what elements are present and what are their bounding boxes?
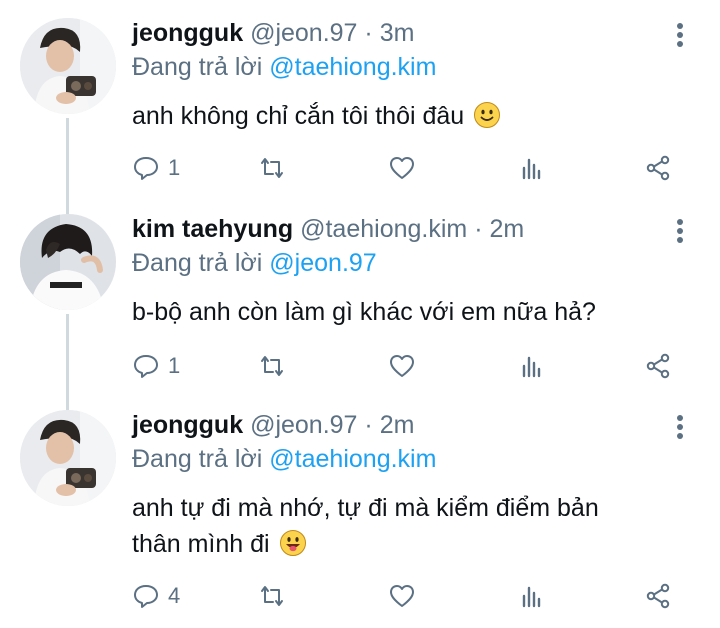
separator-dot: ·: [364, 19, 373, 47]
reply-mention[interactable]: @taehiong.kim: [269, 445, 436, 473]
tweet-text-line-wrap: thân mình đi: [132, 526, 692, 562]
share-button[interactable]: [644, 150, 672, 186]
share-icon: [646, 155, 670, 181]
slightly-smiling-face-icon: [474, 102, 501, 128]
timestamp[interactable]: 2m: [380, 411, 415, 439]
tweet[interactable]: jeongguk @jeon.97 · 3m Đang trả lời @tae…: [0, 0, 720, 200]
tweet-header: jeongguk @jeon.97 · 2m: [132, 410, 414, 440]
tweet-header: jeongguk @jeon.97 · 3m: [132, 18, 414, 48]
retweet-button[interactable]: [258, 348, 286, 384]
separator-dot: ·: [474, 215, 483, 243]
reply-button[interactable]: 1: [132, 150, 180, 186]
tweet-text: anh không chỉ cắn tôi thôi đâu: [132, 98, 692, 134]
avatar-jeongguk-image: [20, 18, 116, 114]
tweet-header: kim taehyung @taehiong.kim · 2m: [132, 214, 524, 244]
reply-icon: [134, 585, 158, 608]
user-handle[interactable]: @jeon.97: [250, 19, 357, 47]
reply-mention[interactable]: @jeon.97: [269, 249, 376, 277]
tweet-text: b-bộ anh còn làm gì khác với em nữa hả?: [132, 294, 692, 330]
analytics-button[interactable]: [518, 150, 546, 186]
timestamp[interactable]: 2m: [489, 215, 524, 243]
reply-count: 1: [168, 155, 181, 180]
tweet-text-line: thân mình đi: [132, 530, 270, 558]
avatar-taehyung-image: [20, 214, 116, 310]
like-button[interactable]: [388, 150, 416, 186]
retweet-icon: [261, 356, 283, 376]
tweet-text-content: b-bộ anh còn làm gì khác với em nữa hả?: [132, 298, 596, 326]
tweet-text-content: anh không chỉ cắn tôi thôi đâu: [132, 102, 465, 130]
reply-icon: [134, 157, 158, 180]
avatar[interactable]: [20, 410, 116, 506]
display-name[interactable]: jeongguk: [132, 19, 243, 47]
separator-dot: ·: [364, 411, 373, 439]
analytics-icon: [522, 158, 541, 180]
replying-to: Đang trả lời @taehiong.kim: [132, 444, 436, 474]
analytics-button[interactable]: [518, 348, 546, 384]
avatar[interactable]: [20, 214, 116, 310]
heart-icon: [390, 157, 414, 179]
replying-to-label: Đang trả lời: [132, 53, 263, 81]
like-button[interactable]: [388, 578, 416, 614]
reply-mention[interactable]: @taehiong.kim: [269, 53, 436, 81]
reply-count: 1: [168, 353, 181, 378]
grinning-face-with-tongue-icon: [279, 530, 306, 556]
replying-to-label: Đang trả lời: [132, 249, 263, 277]
heart-icon: [390, 355, 414, 377]
user-handle[interactable]: @jeon.97: [250, 411, 357, 439]
analytics-icon: [522, 356, 541, 378]
replying-to: Đang trả lời @jeon.97: [132, 248, 377, 278]
avatar-jeongguk-image: [20, 410, 116, 506]
analytics-button[interactable]: [518, 578, 546, 614]
tweet-actions: 1: [132, 348, 692, 384]
heart-icon: [390, 585, 414, 607]
tweet[interactable]: jeongguk @jeon.97 · 2m Đang trả lời @tae…: [0, 392, 720, 628]
replying-to: Đang trả lời @taehiong.kim: [132, 52, 436, 82]
more-vertical-icon[interactable]: [670, 20, 690, 50]
like-button[interactable]: [388, 348, 416, 384]
tweet-text-line: anh tự đi mà nhớ, tự đi mà kiểm điểm bản: [132, 494, 599, 522]
tweet-text: anh tự đi mà nhớ, tự đi mà kiểm điểm bản…: [132, 490, 692, 562]
display-name[interactable]: jeongguk: [132, 411, 243, 439]
retweet-button[interactable]: [258, 150, 286, 186]
display-name[interactable]: kim taehyung: [132, 215, 293, 243]
avatar[interactable]: [20, 18, 116, 114]
reply-icon: [134, 355, 158, 378]
more-vertical-icon[interactable]: [670, 412, 690, 442]
reply-button[interactable]: 4: [132, 578, 180, 614]
share-icon: [646, 583, 670, 609]
replying-to-label: Đang trả lời: [132, 445, 263, 473]
reply-button[interactable]: 1: [132, 348, 180, 384]
retweet-button[interactable]: [258, 578, 286, 614]
timestamp[interactable]: 3m: [380, 19, 415, 47]
tweet-actions: 4: [132, 578, 692, 614]
user-handle[interactable]: @taehiong.kim: [300, 215, 467, 243]
share-button[interactable]: [644, 578, 672, 614]
retweet-icon: [261, 586, 283, 606]
analytics-icon: [522, 586, 541, 608]
more-vertical-icon[interactable]: [670, 216, 690, 246]
share-button[interactable]: [644, 348, 672, 384]
share-icon: [646, 353, 670, 379]
retweet-icon: [261, 158, 283, 178]
tweet-actions: 1: [132, 150, 692, 186]
reply-count: 4: [168, 583, 181, 608]
tweet[interactable]: kim taehyung @taehiong.kim · 2m Đang trả…: [0, 196, 720, 396]
